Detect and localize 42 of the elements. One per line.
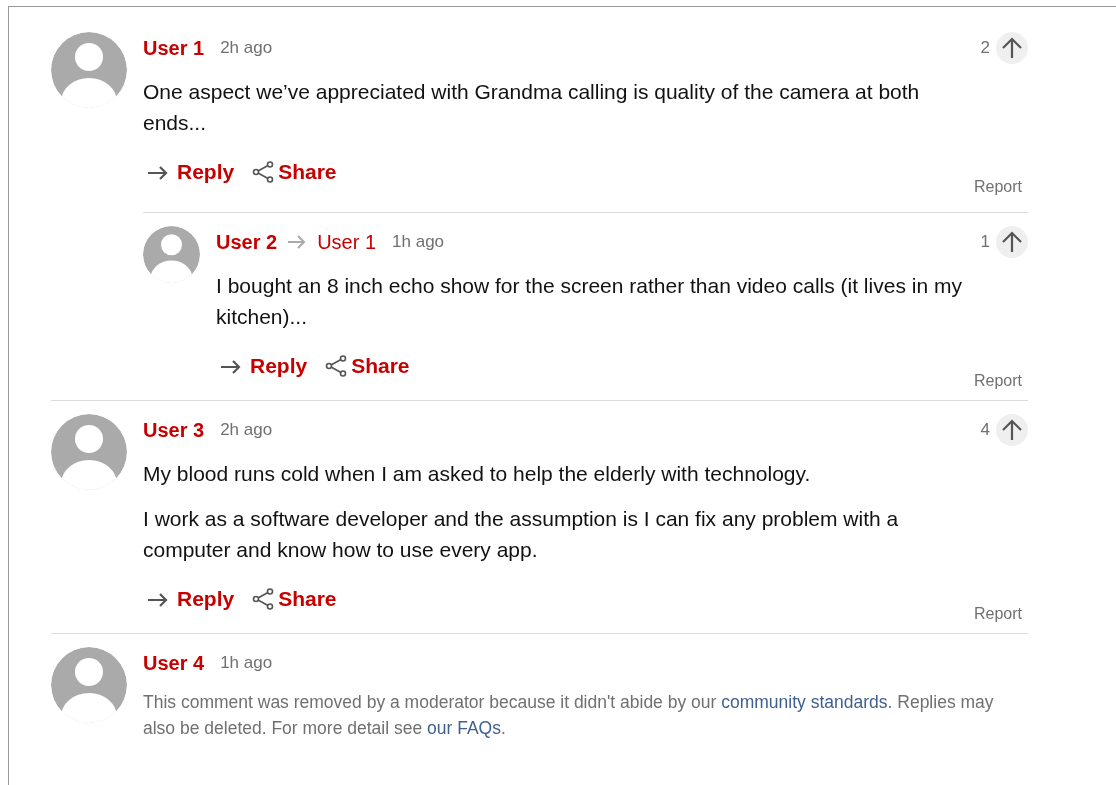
avatar-icon: [51, 32, 127, 108]
report-link[interactable]: Report: [973, 605, 1022, 623]
timestamp: 2h ago: [220, 38, 273, 58]
reply-button[interactable]: Reply: [143, 587, 235, 615]
author-name[interactable]: User 1: [143, 36, 205, 60]
reply-arrow-icon: [147, 591, 169, 607]
upvote-button[interactable]: [996, 32, 1028, 64]
report-link[interactable]: Report: [973, 372, 1022, 390]
share-button[interactable]: Share: [252, 160, 337, 188]
reply-arrow-icon: [287, 235, 308, 249]
timestamp: 1h ago: [392, 232, 445, 252]
share-icon: [325, 355, 348, 377]
share-button[interactable]: Share: [252, 587, 337, 615]
author-name[interactable]: User 3: [143, 418, 205, 442]
report-link[interactable]: Report: [973, 178, 1022, 196]
author-name[interactable]: User 2: [216, 230, 278, 254]
reply-button[interactable]: Reply: [143, 160, 235, 188]
share-button[interactable]: Share: [325, 354, 410, 382]
link[interactable]: our FAQs: [427, 718, 501, 738]
reply-arrow-icon: [220, 358, 242, 374]
link[interactable]: community standards: [721, 692, 888, 712]
upvote-button[interactable]: [996, 226, 1028, 258]
reply-to-name[interactable]: User 1: [317, 230, 377, 254]
share-icon: [252, 161, 275, 183]
avatar-icon: [51, 414, 127, 490]
share-icon: [252, 588, 275, 610]
vote-count: 2: [980, 38, 990, 58]
reply-arrow-icon: [147, 164, 169, 180]
upvote-button[interactable]: [996, 414, 1028, 446]
comment-text: I bought an 8 inch echo show for the screen rather than video calls (it lives in my kitchen)...: [216, 273, 963, 330]
vote-count: 4: [980, 420, 990, 440]
removed-notice: This comment was removed by a moderator because it didn't abide by our community standards. Replies may also be deleted. For more detail see our FAQs.: [143, 691, 995, 740]
avatar-icon: [51, 647, 127, 723]
reply-button[interactable]: Reply: [216, 354, 308, 382]
comment-text: One aspect we’ve appreciated with Grandma calling is quality of the camera at both ends...: [143, 79, 921, 136]
timestamp: 1h ago: [220, 653, 273, 673]
author-name[interactable]: User 4: [143, 651, 205, 675]
timestamp: 2h ago: [220, 420, 273, 440]
vote-count: 1: [980, 232, 990, 252]
avatar-icon: [143, 226, 200, 283]
comment-text: I work as a software developer and the assumption is I can fix any problem with a computer and know how to use every app.: [143, 506, 900, 563]
comment-text: My blood runs cold when I am asked to help the elderly with technology.: [143, 461, 812, 487]
